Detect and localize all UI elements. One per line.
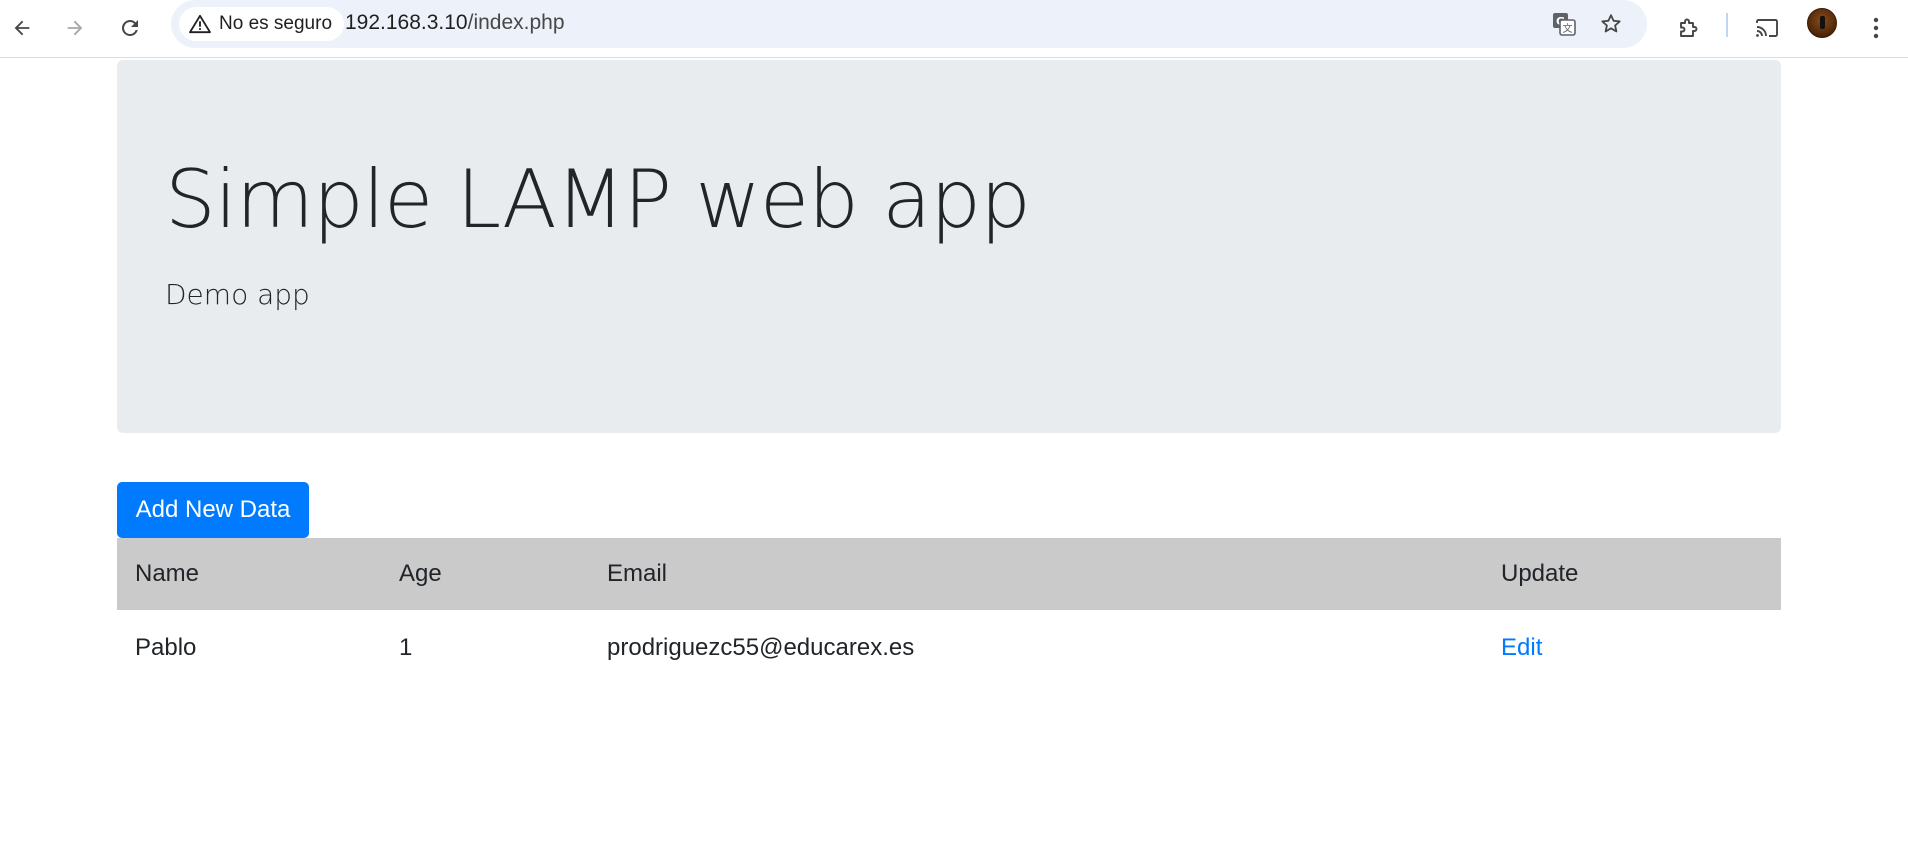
star-icon <box>1601 14 1621 33</box>
translate-button[interactable]: G 文 <box>1546 6 1582 42</box>
translate-icon: G 文 <box>1553 13 1576 36</box>
page-subtitle: Demo app <box>165 278 310 311</box>
url-text[interactable]: 192.168.3.10/index.php <box>345 11 565 35</box>
arrow-left-icon <box>14 20 30 36</box>
cast-icon <box>1756 19 1778 37</box>
url-host: 192.168.3.10 <box>345 11 468 34</box>
table-row: Pablo 1 prodriguezc55@educarex.es Edit <box>117 610 1781 685</box>
cell-email: prodriguezc55@educarex.es <box>607 633 915 661</box>
warning-triangle-icon <box>189 14 211 34</box>
header-email: Email <box>607 560 668 587</box>
jumbotron: Simple LAMP web app Demo app <box>117 60 1781 433</box>
security-chip[interactable]: No es seguro <box>179 7 345 41</box>
cell-age: 1 <box>399 633 413 661</box>
address-bar[interactable]: No es seguro 192.168.3.10/index.php G 文 <box>171 0 1647 48</box>
extensions-button[interactable] <box>1669 9 1707 47</box>
header-update: Update <box>1501 560 1579 587</box>
data-table: Name Age Email Update Pablo 1 prodriguez… <box>117 538 1781 685</box>
table-header: Name Age Email Update <box>117 538 1781 610</box>
arrow-right-icon <box>67 20 83 36</box>
url-path: /index.php <box>467 11 565 34</box>
add-new-data-button[interactable]: Add New Data <box>117 482 309 538</box>
cast-button[interactable] <box>1748 9 1786 47</box>
header-age: Age <box>399 560 442 587</box>
menu-button[interactable] <box>1857 9 1895 47</box>
forward-button[interactable] <box>56 9 94 47</box>
page-content: Simple LAMP web app Demo app Add New Dat… <box>0 58 1908 856</box>
kebab-menu-icon <box>1873 17 1879 39</box>
toolbar-separator <box>1726 13 1728 37</box>
table-body: Pablo 1 prodriguezc55@educarex.es Edit <box>117 610 1781 685</box>
reload-icon <box>122 20 138 36</box>
page-title: Simple LAMP web app <box>165 153 1031 246</box>
reload-button[interactable] <box>111 9 149 47</box>
header-name: Name <box>135 560 200 587</box>
svg-text:文: 文 <box>1563 22 1573 35</box>
security-label: No es seguro <box>219 13 333 34</box>
cell-update: Edit <box>1483 610 1781 685</box>
cell-name: Pablo <box>135 633 197 661</box>
back-button[interactable] <box>3 9 41 47</box>
edit-link[interactable]: Edit <box>1501 634 1542 661</box>
browser-toolbar: No es seguro 192.168.3.10/index.php G 文 <box>0 0 1908 58</box>
bookmark-button[interactable] <box>1593 6 1629 42</box>
profile-avatar[interactable] <box>1807 8 1837 38</box>
table-header-row: Name Age Email Update <box>117 538 1781 610</box>
puzzle-icon <box>1680 18 1698 37</box>
